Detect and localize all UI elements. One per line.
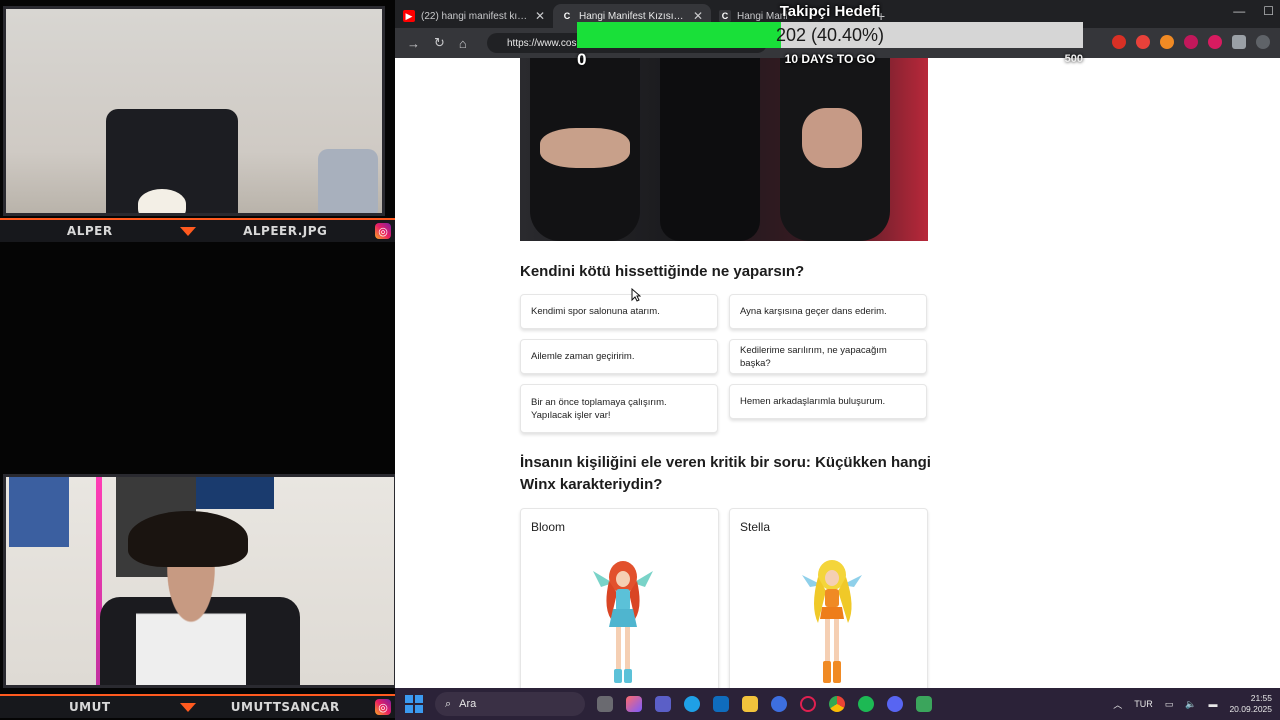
windows-start-icon[interactable] [405,695,423,713]
mouse-cursor-icon [631,288,641,302]
streamer-handle: ALPEER.JPG [243,224,328,238]
streamer-name: ALPER [66,224,113,238]
poster [196,477,274,509]
tab-title: (22) hangi manifest kızısın - Yo [421,10,529,22]
instagram-icon: ◎ [375,699,391,715]
triangle-icon [179,702,196,712]
outlook-icon[interactable] [713,696,729,712]
windows-taskbar: ⌕ Ara ︿ TUR ▭ 🔈 ▬ 21:55 20.09.2025 [395,688,1280,720]
forward-icon[interactable]: → [407,36,420,51]
clock[interactable]: 21:55 20.09.2025 [1229,693,1272,715]
streamer-handle: UMUTTSANCAR [230,700,340,714]
system-tray: ︿ TUR ▭ 🔈 ▬ 21:55 20.09.2025 [1113,688,1272,720]
tab-youtube[interactable]: ▶ (22) hangi manifest kızısın - Yo ✕ [395,4,553,28]
teams-icon[interactable] [655,696,671,712]
goal-max: 500 [1064,53,1083,65]
goal-progress-bar: 202 (40.40%) [577,22,1083,48]
webcam-top [3,6,385,216]
follower-goal-widget: Takipçi Hedefi 202 (40.40%) 0 10 DAYS TO… [577,0,1083,70]
window-controls: — ☐ [1233,4,1274,18]
minimize-icon[interactable]: — [1233,4,1245,18]
avatar[interactable] [1256,35,1270,49]
discord-icon[interactable] [887,696,903,712]
goal-progress-text: 202 (40.40%) [775,25,885,45]
character-card-bloom[interactable]: Bloom [520,508,719,688]
c-icon: C [561,10,573,22]
triangle-icon [179,226,196,236]
maximize-icon[interactable]: ☐ [1263,4,1274,18]
app-icon[interactable] [916,696,932,712]
character-name: Bloom [531,520,566,534]
taskbar-apps [597,696,932,712]
extension-icon[interactable] [1184,35,1198,49]
chrome-icon[interactable] [829,696,845,712]
browser-window: ▶ (22) hangi manifest kızısın - Yo ✕ C H… [395,0,1280,688]
answer-option[interactable]: Ailemle zaman geçiririm. [520,339,718,374]
close-icon[interactable]: ✕ [535,9,545,23]
answer-option[interactable]: Hemen arkadaşlarımla buluşurum. [729,384,927,419]
search-icon: ⌕ [445,697,452,710]
web-page: Kendini kötü hissettiğinde ne yaparsın? … [395,58,1280,688]
goal-days-left: 10 DAYS TO GO [784,52,876,66]
bloom-illustration [593,561,653,683]
taskbar-search[interactable]: ⌕ Ara [435,692,585,716]
app-icon[interactable] [771,696,787,712]
home-icon[interactable]: ⌂ [459,36,467,51]
answer-option[interactable]: Kendimi spor salonuna atarım. [520,294,718,329]
webcam-bottom [3,474,397,688]
opera-icon[interactable] [800,696,816,712]
youtube-icon: ▶ [403,10,415,22]
streamer-name-bar-bottom: UMUT UMUTTSANCAR ◎ [0,694,395,718]
hero-image [520,58,928,241]
stella-illustration [802,560,862,683]
character-card-stella[interactable]: Stella [729,508,928,688]
folder-icon[interactable] [742,696,758,712]
answer-option[interactable]: Ayna karşısına geçer dans ederim. [729,294,927,329]
chevron-up-icon[interactable]: ︿ [1113,698,1122,711]
question-title: Kendini kötü hissettiğinde ne yaparsın? [520,263,805,280]
extension-icon[interactable] [1112,35,1126,49]
answer-option[interactable]: Bir an önce toplamaya çalışırım. Yapılac… [520,384,718,433]
extension-icon[interactable] [1136,35,1150,49]
plush-toy [138,189,186,213]
streamer-name-bar-top: ALPER ALPEER.JPG ◎ [0,218,395,242]
time: 21:55 [1250,693,1272,703]
clothes-rack [318,149,378,213]
language-indicator[interactable]: TUR [1134,699,1153,709]
search-placeholder: Ara [459,698,477,710]
answer-option[interactable]: Kedilerime sarılırım, ne yapacağım başka… [729,339,927,374]
edge-icon[interactable] [684,696,700,712]
poster [9,477,69,547]
extension-icon[interactable] [1160,35,1174,49]
volume-icon[interactable]: 🔈 [1185,699,1196,710]
puzzle-icon[interactable] [1232,35,1246,49]
stream-overlay-column: ALPER ALPEER.JPG ◎ UMUT UMUTTSANCAR ◎ [0,0,397,720]
copilot-icon[interactable] [626,696,642,712]
streamer-name: UMUT [68,700,111,714]
extension-icon[interactable] [1208,35,1222,49]
battery-icon[interactable]: ▬ [1208,699,1217,709]
network-icon[interactable]: ▭ [1165,699,1174,710]
date: 20.09.2025 [1229,704,1272,714]
instagram-icon: ◎ [375,223,391,239]
question-title: İnsanın kişiliğini ele veren kritik bir … [520,454,931,493]
character-name: Stella [740,520,771,534]
goal-title: Takipçi Hedefi [779,3,881,20]
file-icon[interactable] [597,696,613,712]
spotify-icon[interactable] [858,696,874,712]
extensions-row [1112,35,1270,49]
screen: ALPER ALPEER.JPG ◎ UMUT UMUTTSANCAR ◎ ▶ [0,0,1280,720]
streamer-hair [128,511,248,567]
reload-icon[interactable]: ↻ [434,35,445,51]
